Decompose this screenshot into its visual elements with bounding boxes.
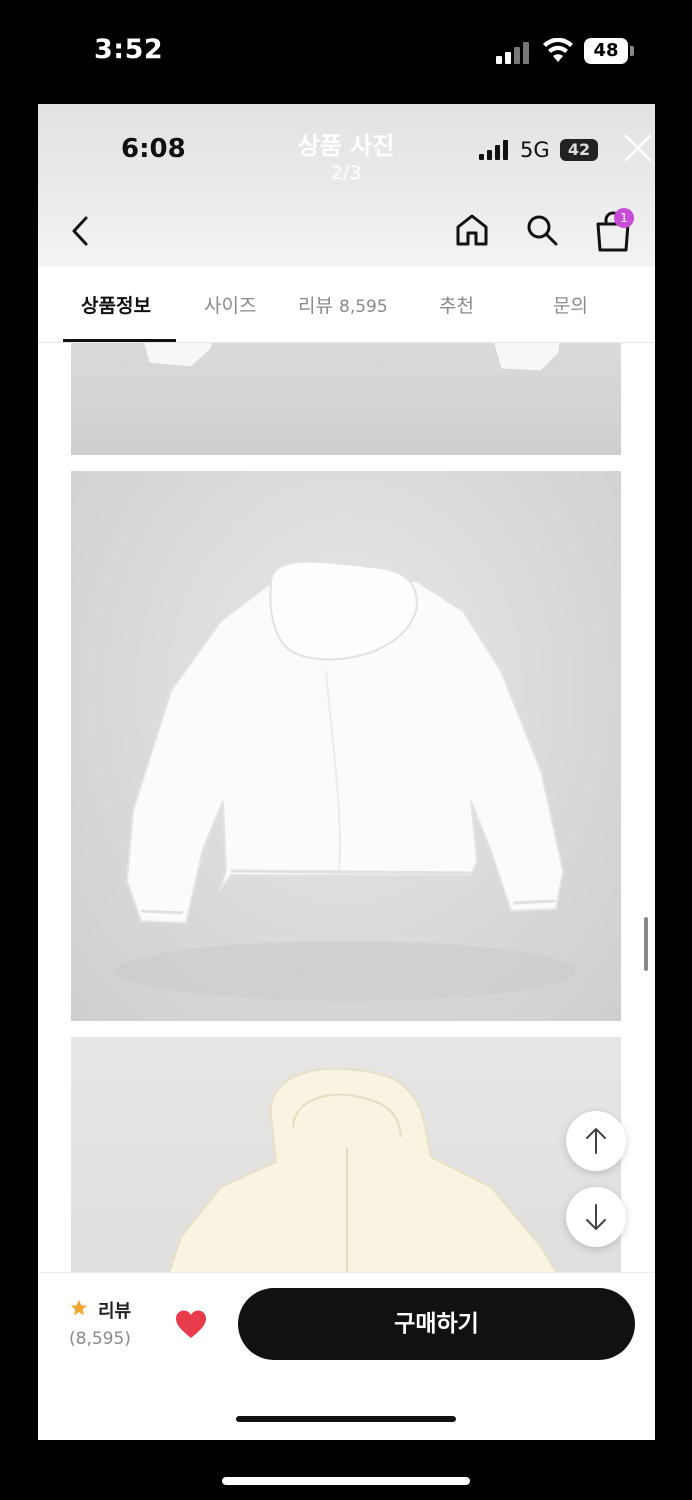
tab-size[interactable]: 사이즈 [204, 291, 256, 318]
viewer-title: 상품 사진 [297, 132, 395, 160]
outer-status-bar: 3:52 48 [0, 0, 692, 104]
search-icon[interactable] [524, 212, 560, 248]
review-count[interactable]: (8,595) [69, 1329, 131, 1349]
tab-recommend[interactable]: 추천 [439, 291, 474, 318]
home-icon[interactable] [454, 212, 490, 248]
buy-button[interactable]: 구매하기 [238, 1288, 635, 1360]
arrow-down-icon [586, 1204, 606, 1230]
scroll-down-button[interactable] [566, 1187, 626, 1247]
scrollbar[interactable] [644, 917, 648, 971]
bottom-purchase-bar: 리뷰 (8,595) 구매하기 [38, 1272, 655, 1440]
outer-home-indicator [222, 1477, 470, 1485]
tab-inquiry[interactable]: 문의 [553, 291, 588, 318]
tab-review-count: 8,595 [339, 297, 388, 317]
outer-signal-icon [496, 42, 532, 64]
inner-clock: 6:08 [121, 134, 186, 164]
product-photo-jacket-back [71, 471, 621, 1021]
back-icon[interactable] [66, 212, 96, 250]
tab-product-info[interactable]: 상품정보 [81, 291, 151, 318]
cart-count-badge: 1 [614, 208, 634, 228]
product-photo [71, 343, 621, 455]
active-tab-indicator [63, 339, 176, 342]
product-tabs: 상품정보 사이즈 리뷰 8,595 추천 문의 [38, 267, 655, 343]
close-icon[interactable] [620, 130, 655, 166]
review-label[interactable]: 리뷰 [98, 1297, 131, 1323]
product-detail-content [38, 343, 655, 1278]
tab-review[interactable]: 리뷰 8,595 [298, 291, 388, 318]
inner-signal-icon [479, 140, 511, 160]
arrow-up-icon [586, 1128, 606, 1154]
star-icon [70, 1299, 88, 1316]
inner-battery-icon: 42 [560, 139, 598, 161]
scroll-up-button[interactable] [566, 1111, 626, 1171]
heart-icon[interactable] [174, 1309, 208, 1339]
network-label: 5G [520, 138, 550, 162]
outer-clock: 3:52 [94, 34, 164, 65]
inner-home-indicator [236, 1416, 456, 1422]
outer-battery-icon: 48 [584, 38, 628, 64]
top-bar: 6:08 상품 사진 2/3 5G 42 1 [38, 104, 655, 267]
app-screenshot: 6:08 상품 사진 2/3 5G 42 1 상품정보 사이즈 리뷰 8,595… [38, 104, 655, 1440]
product-photo-jacket-front [71, 1037, 621, 1278]
tab-review-label: 리뷰 [298, 295, 333, 317]
outer-wifi-icon [543, 38, 573, 62]
viewer-page-indicator: 2/3 [330, 162, 362, 184]
